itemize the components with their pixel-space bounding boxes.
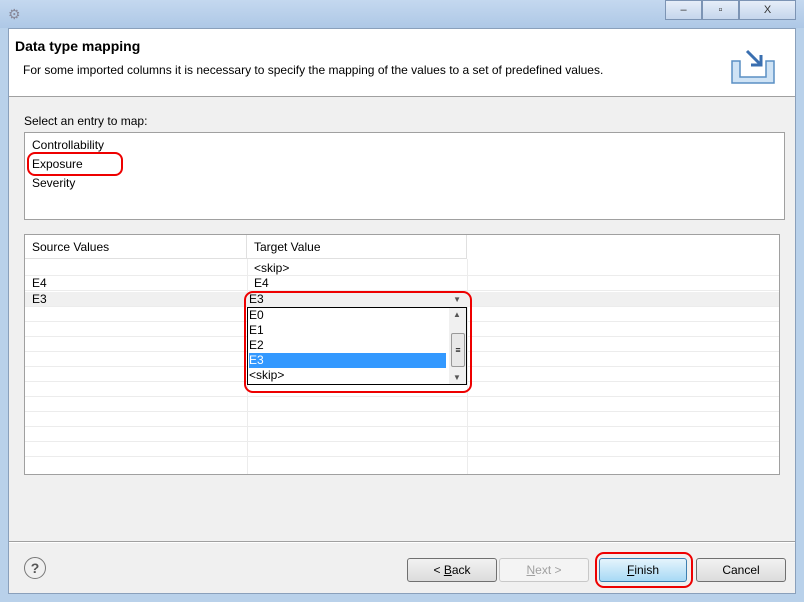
table-row[interactable]: E4 E4 — [25, 276, 779, 291]
list-item-controllability[interactable]: Controllability — [32, 138, 104, 152]
help-icon[interactable]: ? — [24, 557, 46, 579]
wizard-header: Data type mapping For some imported colu… — [9, 29, 795, 97]
next-button[interactable]: Next > — [499, 558, 589, 582]
page-title: Data type mapping — [15, 38, 141, 54]
list-item-severity[interactable]: Severity — [32, 176, 75, 190]
wizard-dialog: Data type mapping For some imported colu… — [8, 28, 796, 594]
target-cell[interactable]: E4 — [254, 276, 269, 291]
maximize-button[interactable]: ▫ — [702, 0, 739, 20]
back-button[interactable]: < Back — [407, 558, 497, 582]
column-header-target[interactable]: Target Value — [247, 235, 467, 259]
target-cell[interactable]: <skip> — [254, 261, 289, 276]
app-gear-icon: ⚙ — [8, 6, 21, 22]
import-icon — [731, 49, 775, 84]
highlight-annotation — [27, 152, 123, 176]
divider — [9, 541, 795, 543]
select-entry-label: Select an entry to map: — [24, 114, 148, 128]
window-controls: – ▫ X — [665, 0, 796, 20]
source-cell: E4 — [32, 276, 47, 290]
cancel-button[interactable]: Cancel — [696, 558, 786, 582]
minimize-button[interactable]: – — [665, 0, 702, 20]
column-header-source[interactable]: Source Values — [25, 235, 247, 259]
source-cell: E3 — [32, 292, 47, 306]
entry-list[interactable]: Controllability Exposure Severity — [24, 132, 785, 220]
table-row[interactable]: <skip> — [25, 261, 779, 276]
mapping-table: Source Values Target Value <skip> E4 E4 … — [24, 234, 780, 475]
highlight-annotation — [244, 291, 472, 393]
title-bar: ⚙ – ▫ X — [0, 0, 804, 28]
highlight-annotation — [595, 552, 693, 588]
close-button[interactable]: X — [739, 0, 796, 20]
page-description: For some imported columns it is necessar… — [23, 63, 604, 77]
